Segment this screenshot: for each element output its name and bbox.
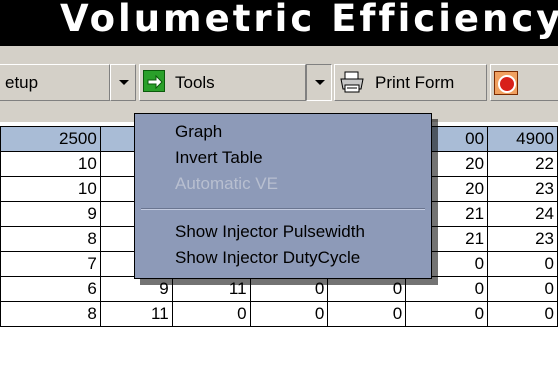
table-cell[interactable]: 10	[0, 151, 101, 177]
table-cell[interactable]: 9	[0, 201, 101, 227]
table-cell[interactable]: 9	[99, 276, 173, 302]
table-cell[interactable]: 24	[487, 201, 558, 227]
green-arrow-icon	[143, 70, 165, 92]
table-cell[interactable]: 6	[0, 276, 101, 302]
table-cell[interactable]: 8	[0, 301, 101, 327]
setup-button[interactable]: etup	[0, 64, 110, 101]
table-cell[interactable]: 0	[249, 301, 329, 327]
table-cell[interactable]: 22	[487, 151, 558, 177]
setup-dropdown-arrow[interactable]	[110, 64, 136, 101]
table-cell[interactable]: 0	[327, 276, 407, 302]
printer-icon	[339, 71, 365, 93]
tools-label: Tools	[175, 73, 215, 92]
print-form-label: Print Form	[375, 73, 455, 92]
table-cell[interactable]: 0	[249, 276, 329, 302]
table-cell[interactable]: 8	[0, 226, 101, 252]
table-cell[interactable]: 0	[487, 276, 558, 302]
menu-item-show-injector-pulsewidth[interactable]: Show Injector Pulsewidth	[175, 222, 365, 242]
stop-icon	[494, 71, 518, 95]
tools-dropdown-arrow[interactable]	[306, 64, 332, 101]
stop-button[interactable]	[490, 64, 558, 101]
table-row: 6 9 11 0 0 0 0	[0, 276, 558, 302]
tools-dropdown-menu: Graph Invert Table Automatic VE Show Inj…	[134, 113, 432, 279]
table-cell[interactable]: 11	[171, 276, 251, 302]
table-cell[interactable]: 0	[327, 301, 407, 327]
table-cell[interactable]: 23	[487, 176, 558, 202]
toolbar: etup Tools Print Form	[0, 46, 558, 122]
table-cell[interactable]: 11	[99, 301, 173, 327]
title-bar: Volumetric Efficiency	[0, 0, 558, 46]
print-form-button[interactable]: Print Form	[334, 64, 487, 101]
menu-item-invert-table[interactable]: Invert Table	[175, 148, 263, 168]
table-cell[interactable]: 0	[487, 301, 558, 327]
menu-item-show-injector-dutycycle[interactable]: Show Injector DutyCycle	[175, 248, 360, 268]
table-cell[interactable]: 0	[171, 301, 251, 327]
table-cell[interactable]: 0	[405, 301, 489, 327]
column-header[interactable]: 4900	[487, 126, 558, 152]
table-cell[interactable]: 10	[0, 176, 101, 202]
setup-label: etup	[5, 73, 39, 92]
menu-item-graph[interactable]: Graph	[175, 122, 222, 142]
column-header[interactable]: 2500	[0, 126, 101, 152]
table-cell[interactable]: 23	[487, 226, 558, 252]
table-cell[interactable]: 0	[405, 276, 489, 302]
table-cell[interactable]: 7	[0, 251, 101, 277]
tools-button[interactable]: Tools	[139, 64, 306, 101]
table-cell[interactable]: 0	[487, 251, 558, 277]
menu-separator	[141, 208, 425, 210]
menu-item-automatic-ve: Automatic VE	[175, 174, 278, 193]
window-title: Volumetric Efficiency	[60, 0, 558, 40]
table-row: 8 11 0 0 0 0 0	[0, 301, 558, 327]
